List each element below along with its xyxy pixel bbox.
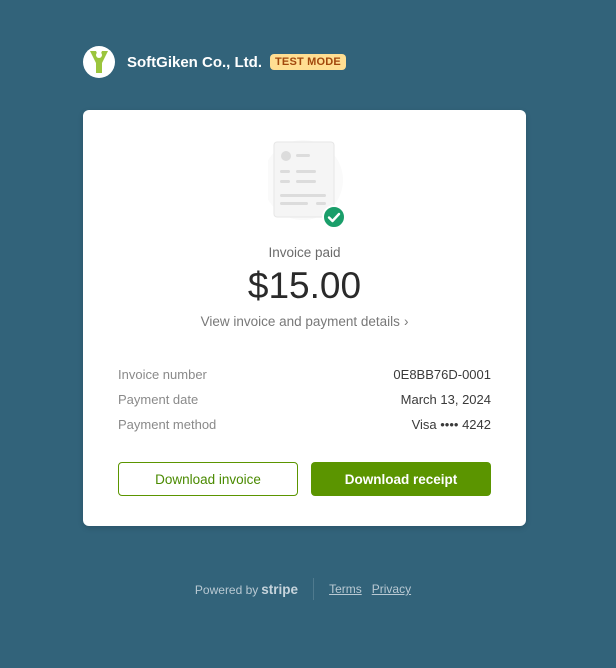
download-invoice-button[interactable]: Download invoice <box>118 462 298 496</box>
powered-by-label: Powered by <box>194 582 259 597</box>
company-name: SoftGiken Co., Ltd. <box>127 53 262 71</box>
terms-link[interactable]: Terms <box>329 582 362 596</box>
detail-value: March 13, 2024 <box>400 392 491 407</box>
privacy-link[interactable]: Privacy <box>372 582 411 596</box>
detail-row-payment-method: Payment method Visa •••• 4242 <box>118 416 491 441</box>
stripe-logo: stripe <box>261 581 299 597</box>
invoice-status: Invoice paid <box>268 245 341 260</box>
company-logo-icon <box>83 46 115 78</box>
view-details-link[interactable]: View invoice and payment details › <box>83 314 526 329</box>
action-buttons: Download invoice Download receipt <box>118 462 491 496</box>
detail-label: Payment method <box>118 417 217 432</box>
detail-row-invoice-number: Invoice number 0E8BB76D-0001 <box>118 366 491 391</box>
download-receipt-button[interactable]: Download receipt <box>311 462 491 496</box>
detail-label: Invoice number <box>118 367 207 382</box>
footer-divider <box>313 578 315 600</box>
invoice-amount: $15.00 <box>247 265 362 306</box>
footer: Powered by stripe Terms Privacy <box>0 578 616 600</box>
test-mode-badge: TEST MODE <box>270 54 346 70</box>
invoice-details: Invoice number 0E8BB76D-0001 Payment dat… <box>118 366 491 441</box>
detail-value: 0E8BB76D-0001 <box>393 367 491 382</box>
header: SoftGiken Co., Ltd. TEST MODE <box>83 46 346 78</box>
detail-value: Visa •••• 4242 <box>411 417 491 432</box>
view-details-label: View invoice and payment details <box>200 314 400 329</box>
powered-by[interactable]: Powered by stripe <box>195 582 298 597</box>
chevron-right-icon: › <box>403 314 409 329</box>
receipt-card: Invoice paid $15.00 View invoice and pay… <box>83 110 526 526</box>
check-circle-icon <box>322 205 346 234</box>
detail-row-payment-date: Payment date March 13, 2024 <box>118 391 491 416</box>
detail-label: Payment date <box>118 392 199 407</box>
